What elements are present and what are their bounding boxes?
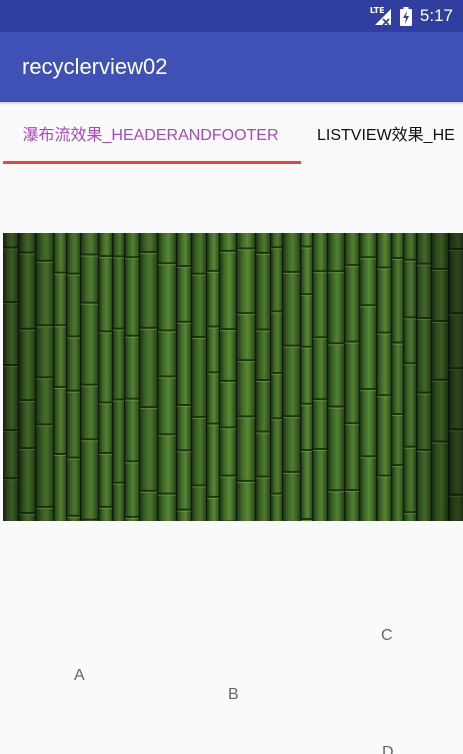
tab-bar: 瀑布流效果_HEADERANDFOOTER LISTVIEW效果_HE xyxy=(0,102,463,164)
tab-listview[interactable]: LISTVIEW效果_HE xyxy=(317,102,455,164)
tab-listview-label: LISTVIEW效果_HE xyxy=(317,127,455,144)
grid-item-d[interactable]: D xyxy=(382,744,394,754)
toolbar-shadow xyxy=(0,102,463,105)
app-title: recyclerview02 xyxy=(22,54,168,79)
status-icons: LTE 5:17 xyxy=(370,0,453,32)
header-bamboo-image xyxy=(3,233,463,521)
grid-item-c[interactable]: C xyxy=(381,627,393,645)
app-toolbar: recyclerview02 xyxy=(0,32,463,102)
battery-charging-icon xyxy=(399,6,412,26)
grid-item-b[interactable]: B xyxy=(228,686,239,704)
tab-waterfall-label: 瀑布流效果_HEADERANDFOOTER xyxy=(22,127,279,144)
grid-item-a[interactable]: A xyxy=(74,667,85,685)
status-clock: 5:17 xyxy=(419,6,453,25)
lte-signal-icon: LTE xyxy=(370,6,392,26)
status-bar: LTE 5:17 xyxy=(0,0,463,32)
tab-indicator xyxy=(3,161,301,164)
tab-waterfall-header-footer[interactable]: 瀑布流效果_HEADERANDFOOTER xyxy=(0,102,301,164)
